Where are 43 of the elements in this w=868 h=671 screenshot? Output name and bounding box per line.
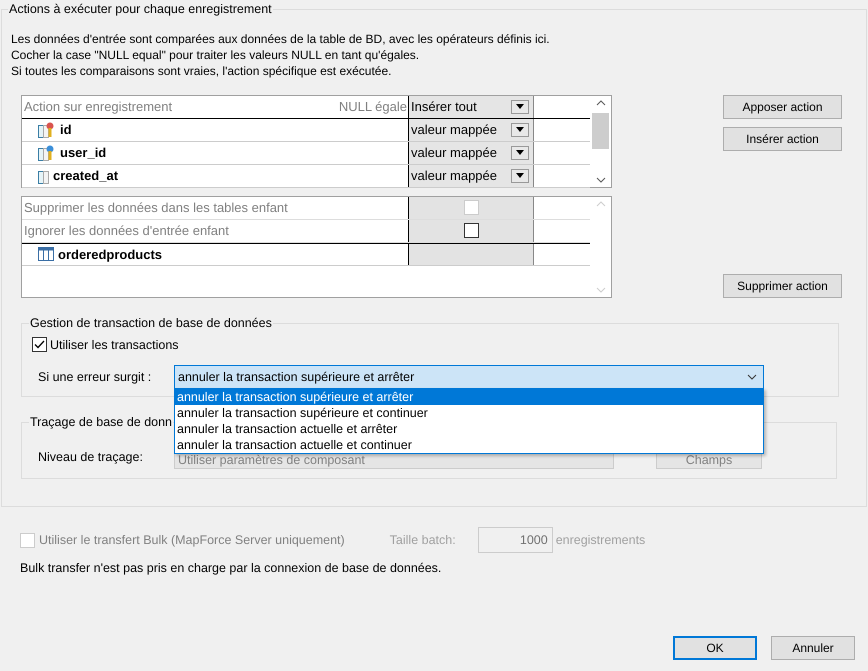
column-header: NULL égale xyxy=(338,98,408,116)
option-label: Ignorer les données d'entrée enfant xyxy=(23,222,230,240)
key-column-icon xyxy=(38,122,56,138)
value-dropdown[interactable]: valeur mappée xyxy=(408,118,534,141)
action-button[interactable]: Insérer action xyxy=(723,126,842,151)
value-dropdown[interactable]: valeur mappée xyxy=(408,142,534,164)
dropdown-option[interactable]: annuler la transaction actuelle et arrêter xyxy=(175,421,763,438)
checkbox[interactable] xyxy=(464,223,478,238)
scroll-up-icon[interactable] xyxy=(596,100,606,106)
action-button[interactable]: OK xyxy=(673,636,757,660)
checkbox[interactable] xyxy=(32,337,47,352)
action-button[interactable]: Annuler xyxy=(771,636,855,660)
group-title: Gestion de transaction de base de données xyxy=(29,314,273,332)
option-label: Supprimer les données dans les tables enfant xyxy=(23,198,289,217)
column-name: id xyxy=(60,121,72,139)
field-label: Si une erreur surgit : xyxy=(37,368,152,386)
group-title: Traçage de base de donn xyxy=(29,414,174,431)
column-name: user_id xyxy=(60,144,106,162)
column-name: created_at xyxy=(53,167,118,185)
section-title: Actions à exécuter pour chaque enregistrement xyxy=(8,1,273,18)
field-label: Niveau de traçage: xyxy=(37,449,144,466)
checkbox-label: Utiliser le transfert Bulk (MapForce Server uniquement) xyxy=(39,532,345,549)
column-header: Action sur enregistrement xyxy=(23,98,174,116)
action-button[interactable]: Supprimer action xyxy=(723,274,842,298)
table-name: orderedproducts xyxy=(58,246,162,264)
action-button[interactable]: Apposer action xyxy=(723,94,842,119)
description-text: Les données d'entrée sont comparées aux données de la table de BD, avec les opérateurs définis ici. xyxy=(11,30,551,47)
field-label: Taille batch: xyxy=(390,532,456,549)
chevron-down-icon[interactable] xyxy=(747,374,757,380)
error-action-dropdown[interactable]: annuler la transaction supérieure et arrêter xyxy=(174,365,764,390)
scroll-down-icon[interactable] xyxy=(596,176,606,183)
dropdown-option[interactable]: annuler la transaction supérieure et arrêter xyxy=(175,389,763,406)
value-dropdown[interactable]: valeur mappée xyxy=(408,164,534,187)
table-icon xyxy=(38,247,54,262)
description-text: Cocher la case "NULL equal" pour traiter les valeurs NULL en tant qu'égales. xyxy=(11,46,420,63)
key-column-icon xyxy=(38,144,56,161)
dropdown-option[interactable]: annuler la transaction supérieure et continuer xyxy=(175,405,763,422)
checkbox-label: Utiliser les transactions xyxy=(50,336,179,354)
action-dropdown[interactable]: Insérer tout xyxy=(408,96,534,118)
bulk-note: Bulk transfer n'est pas pris en charge par la connexion de base de données. xyxy=(20,560,442,577)
description-text: Si toutes les comparaisons sont vraies, l'action spécifique est exécutée. xyxy=(11,62,392,79)
scrollbar-thumb[interactable] xyxy=(592,113,609,150)
unit-label: enregistrements xyxy=(556,532,646,549)
